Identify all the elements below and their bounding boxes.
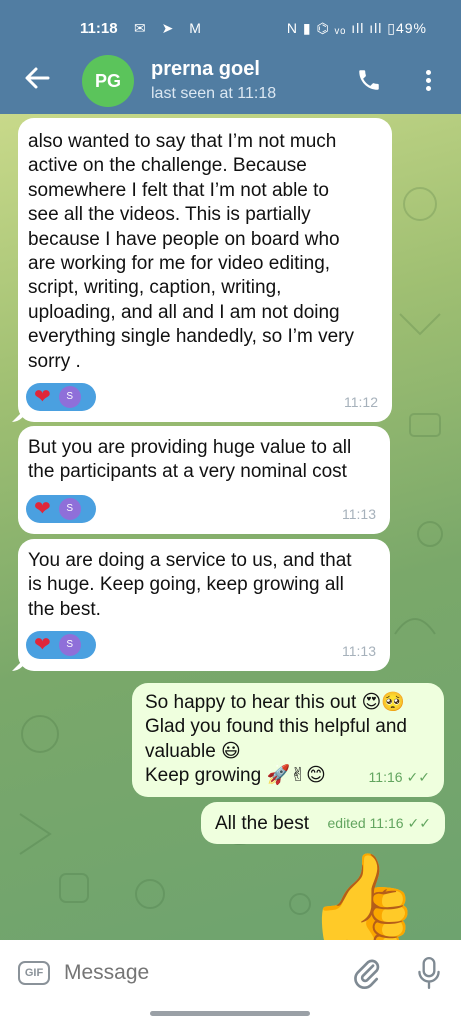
more-vertical-icon[interactable] xyxy=(418,67,438,95)
reactor-avatar: S xyxy=(58,386,81,408)
microphone-icon[interactable] xyxy=(416,956,442,990)
message-time-status: edited 11:16 ✓✓ xyxy=(328,811,432,835)
heart-reaction-icon: ❤ xyxy=(34,498,51,520)
message-bubble-outgoing[interactable]: So happy to hear this out 😍🥺 Glad you fo… xyxy=(132,683,444,797)
message-time: 11:12 xyxy=(344,393,378,410)
reaction-chip[interactable]: ❤ S xyxy=(26,631,96,659)
message-bubble-incoming[interactable]: But you are providing huge value to all … xyxy=(18,426,390,534)
message-text: But you are providing huge value to all … xyxy=(28,437,352,483)
reaction-chip[interactable]: ❤ S xyxy=(26,383,96,411)
status-time: 11:18 xyxy=(80,20,118,37)
message-time: 11:13 xyxy=(342,505,376,522)
paperclip-icon[interactable] xyxy=(352,956,382,990)
system-indicators: N ▮ ⌬ ᵥₒ ıll ıll ▯49% xyxy=(286,20,427,36)
message-time: 11:13 xyxy=(342,642,376,659)
phone-icon[interactable] xyxy=(356,67,382,93)
message-time-status: 11:16 ✓✓ xyxy=(369,765,430,789)
system-nav-bar xyxy=(0,1005,461,1024)
status-bar: 11:18 ✉ ➤ M N ▮ ⌬ ᵥₒ ıll ıll ▯49% xyxy=(0,0,461,58)
message-input[interactable] xyxy=(64,958,334,988)
message-text: All the best xyxy=(215,813,309,834)
contact-name[interactable]: prerna goel xyxy=(151,58,260,81)
read-ticks-icon: ✓✓ xyxy=(406,768,430,785)
read-ticks-icon: ✓✓ xyxy=(407,814,431,831)
reaction-chip[interactable]: ❤ S xyxy=(26,495,96,523)
heart-reaction-icon: ❤ xyxy=(34,634,51,656)
message-bubble-incoming[interactable]: also wanted to say that I’m not much act… xyxy=(12,118,392,422)
reactor-avatar: S xyxy=(58,498,81,520)
message-text: also wanted to say that I’m not much act… xyxy=(28,131,354,372)
home-gesture-pill[interactable] xyxy=(150,1011,310,1016)
heart-reaction-icon: ❤ xyxy=(34,386,51,408)
notification-icons: ✉ ➤ M xyxy=(134,20,207,36)
avatar[interactable]: PG xyxy=(82,55,134,107)
message-text: You are doing a service to us, and that … xyxy=(28,550,352,620)
message-bubble-outgoing[interactable]: All the best edited 11:16 ✓✓ xyxy=(201,802,445,844)
gif-button[interactable]: GIF xyxy=(18,961,50,985)
message-time: edited 11:16 xyxy=(327,814,404,831)
thumbs-up-sticker[interactable]: 👍 xyxy=(306,855,421,947)
message-time: 11:16 xyxy=(368,768,403,785)
message-bubble-incoming[interactable]: You are doing a service to us, and that … xyxy=(12,539,390,671)
chat-header: 11:18 ✉ ➤ M N ▮ ⌬ ᵥₒ ıll ıll ▯49% PG pre… xyxy=(0,0,461,114)
back-arrow-icon[interactable] xyxy=(22,63,52,93)
last-seen-status: last seen at 11:18 xyxy=(151,85,277,102)
reactor-avatar: S xyxy=(58,634,81,656)
